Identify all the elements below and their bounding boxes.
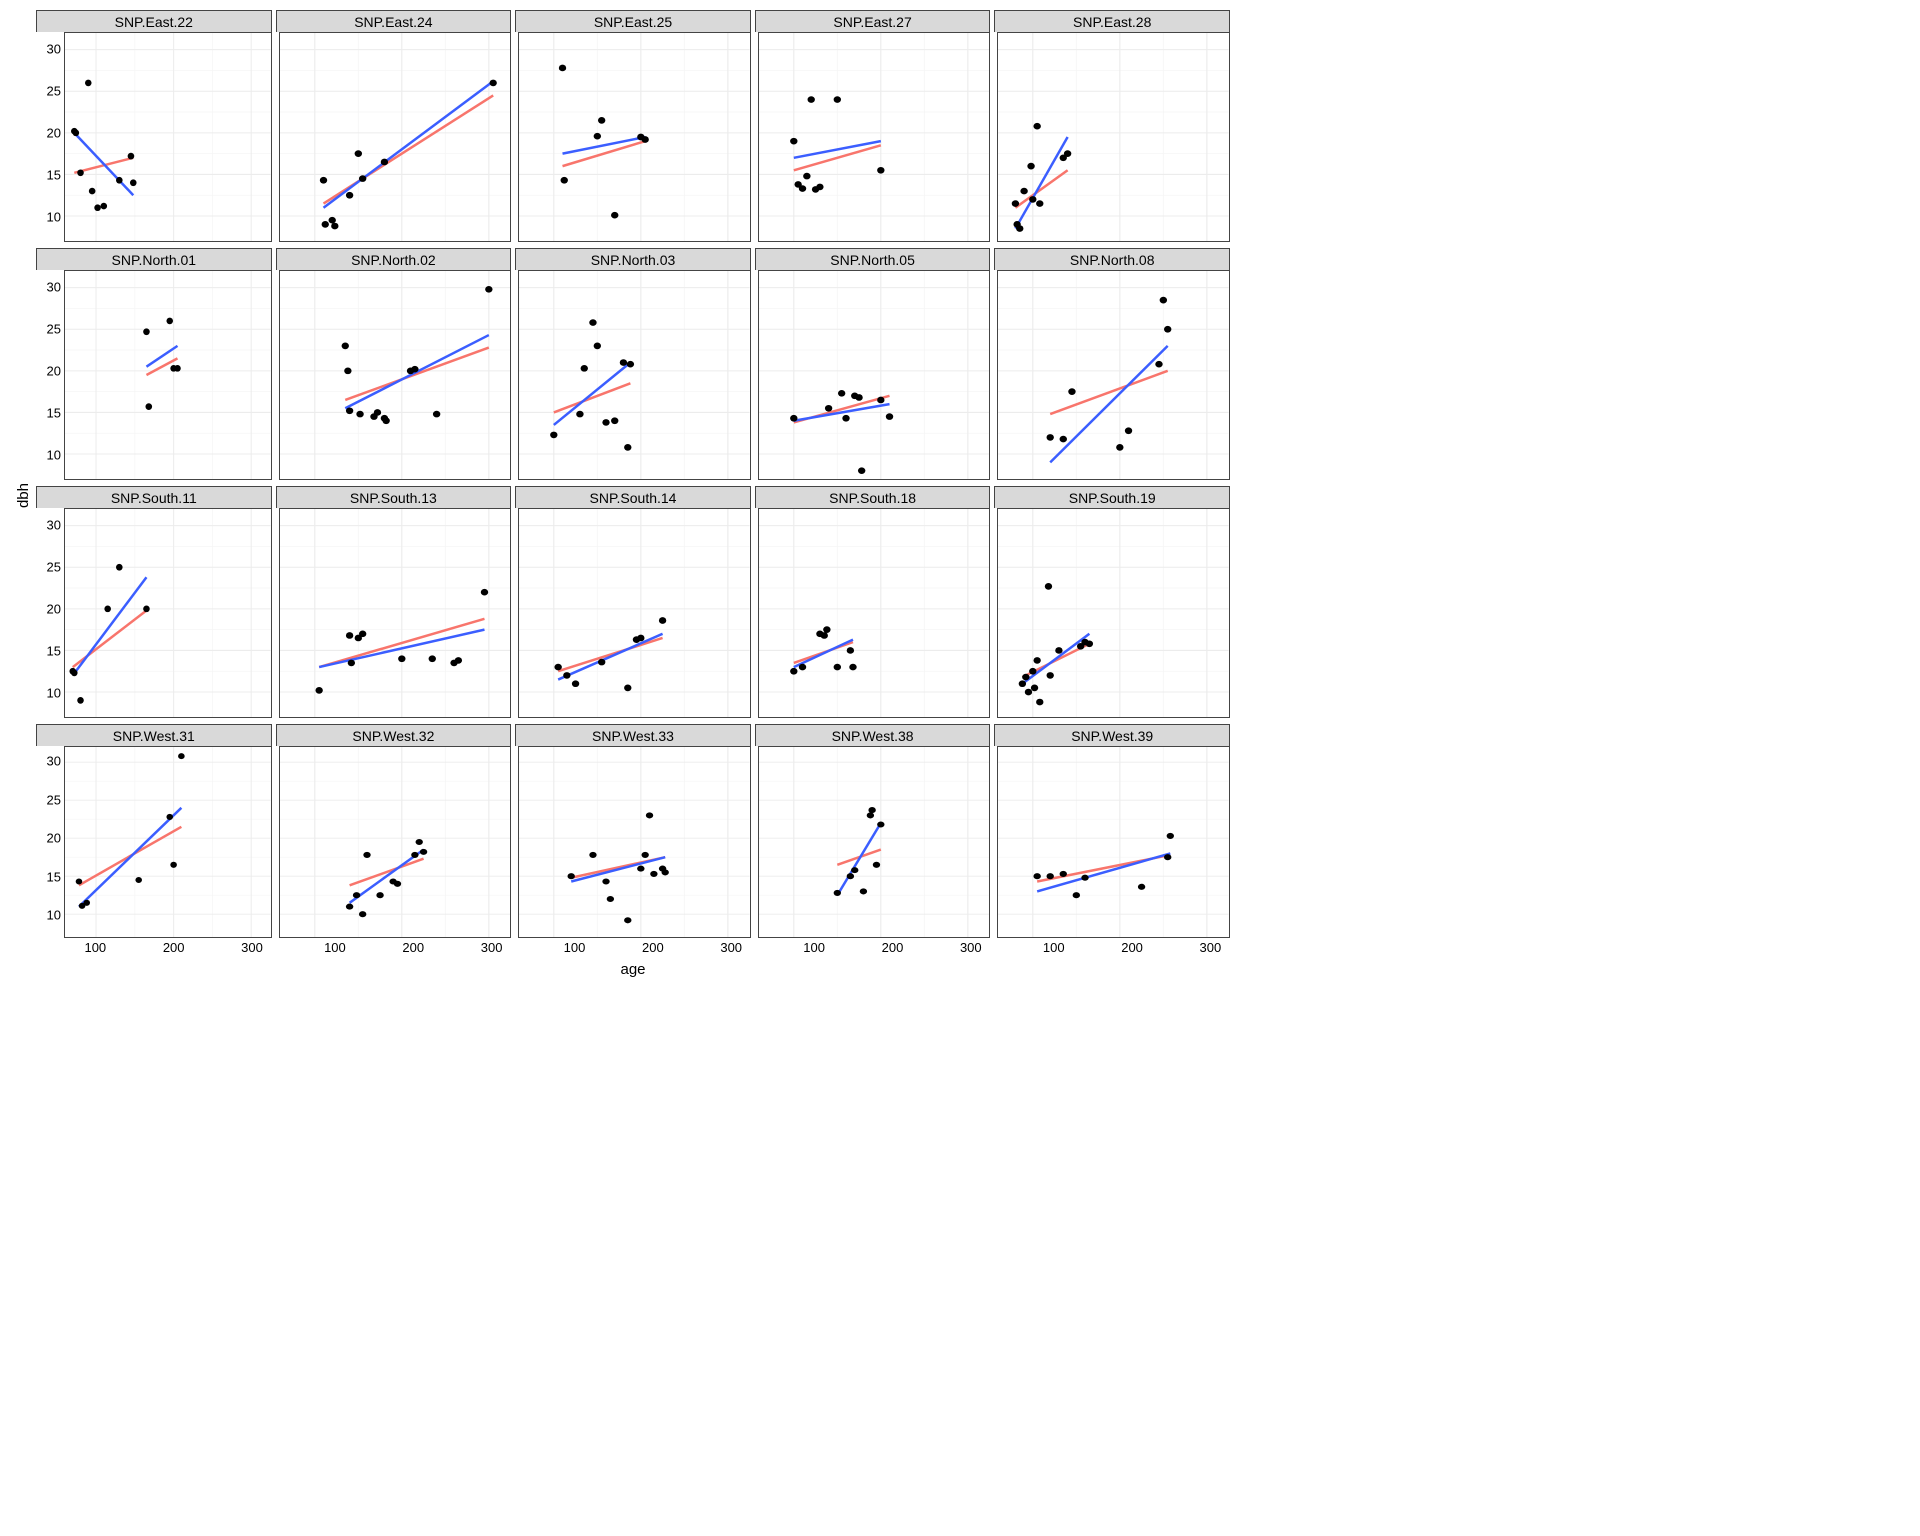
y-ticks: 1015202530 (36, 32, 64, 242)
panel-plot (518, 746, 751, 938)
y-ticks: 1015202530 (36, 270, 64, 480)
facet-panel: SNP.West.39 100200300 (994, 724, 1230, 958)
x-ticks: 100200300 (304, 938, 512, 958)
panel-plot (997, 32, 1230, 242)
plot-region: SNP.East.221015202530SNP.East.24SNP.East… (36, 10, 1230, 982)
facet-strip: SNP.North.08 (994, 248, 1230, 270)
y-ticks: 1015202530 (36, 746, 64, 938)
facet-strip: SNP.North.01 (36, 248, 272, 270)
facet-panel: SNP.South.19 (994, 486, 1230, 720)
facet-strip: SNP.East.28 (994, 10, 1230, 32)
panel-plot (279, 32, 512, 242)
facet-panel: SNP.East.28 (994, 10, 1230, 244)
x-ticks (304, 480, 512, 482)
facet-strip: SNP.North.03 (515, 248, 751, 270)
facet-strip: SNP.West.38 (755, 724, 991, 746)
panel-plot (518, 32, 751, 242)
facet-panel: SNP.North.08 (994, 248, 1230, 482)
facet-panel: SNP.East.25 (515, 10, 751, 244)
facet-panel: SNP.South.14 (515, 486, 751, 720)
panel-plot (758, 746, 991, 938)
x-ticks: 100200300 (64, 938, 272, 958)
panel-plot (997, 746, 1230, 938)
facet-panel: SNP.East.221015202530 (36, 10, 272, 244)
x-ticks (64, 480, 272, 482)
panel-plot (279, 746, 512, 938)
facet-panel: SNP.South.18 (755, 486, 991, 720)
facet-panel: SNP.East.24 (276, 10, 512, 244)
y-ticks: 1015202530 (36, 508, 64, 718)
x-ticks (543, 718, 751, 720)
panel-plot (758, 32, 991, 242)
panel-plot (518, 270, 751, 480)
facet-panel: SNP.East.27 (755, 10, 991, 244)
x-ticks: 100200300 (783, 938, 991, 958)
facet-panel: SNP.South.13 (276, 486, 512, 720)
facet-panel: SNP.South.111015202530 (36, 486, 272, 720)
x-ticks (1022, 242, 1230, 244)
panel-plot (279, 270, 512, 480)
panel-plot (279, 508, 512, 718)
facet-strip: SNP.South.18 (755, 486, 991, 508)
panel-plot (758, 508, 991, 718)
x-ticks: 100200300 (1022, 938, 1230, 958)
facet-strip: SNP.North.02 (276, 248, 512, 270)
facet-panel: SNP.North.011015202530 (36, 248, 272, 482)
panel-plot (64, 508, 272, 718)
facet-strip: SNP.East.27 (755, 10, 991, 32)
facet-strip: SNP.West.32 (276, 724, 512, 746)
x-ticks (304, 718, 512, 720)
facet-panel: SNP.West.38 100200300 (755, 724, 991, 958)
x-ticks (1022, 480, 1230, 482)
x-ticks (543, 480, 751, 482)
x-ticks (64, 718, 272, 720)
panel-plot (758, 270, 991, 480)
facet-panel: SNP.West.33 100200300 (515, 724, 751, 958)
facet-strip: SNP.West.39 (994, 724, 1230, 746)
facet-strip: SNP.East.25 (515, 10, 751, 32)
panel-plot (64, 270, 272, 480)
facet-panel: SNP.West.32 100200300 (276, 724, 512, 958)
facet-strip: SNP.South.19 (994, 486, 1230, 508)
facet-strip: SNP.West.31 (36, 724, 272, 746)
panel-plot (64, 746, 272, 938)
facet-strip: SNP.South.11 (36, 486, 272, 508)
panel-plot (997, 270, 1230, 480)
facet-strip: SNP.North.05 (755, 248, 991, 270)
facet-strip: SNP.East.24 (276, 10, 512, 32)
facet-panel: SNP.North.03 (515, 248, 751, 482)
facet-strip: SNP.South.14 (515, 486, 751, 508)
x-ticks: 100200300 (543, 938, 751, 958)
facet-strip: SNP.East.22 (36, 10, 272, 32)
facet-grid: SNP.East.221015202530SNP.East.24SNP.East… (36, 10, 1230, 958)
x-ticks (783, 242, 991, 244)
x-ticks (1022, 718, 1230, 720)
panel-plot (997, 508, 1230, 718)
facet-figure: dbh SNP.East.221015202530SNP.East.24SNP.… (0, 0, 1240, 992)
facet-strip: SNP.South.13 (276, 486, 512, 508)
facet-strip: SNP.West.33 (515, 724, 751, 746)
x-ticks (543, 242, 751, 244)
y-axis-title: dbh (10, 10, 36, 982)
facet-panel: SNP.West.311015202530100200300 (36, 724, 272, 958)
facet-panel: SNP.North.02 (276, 248, 512, 482)
x-ticks (304, 242, 512, 244)
x-ticks (783, 480, 991, 482)
x-ticks (783, 718, 991, 720)
facet-panel: SNP.North.05 (755, 248, 991, 482)
x-ticks (64, 242, 272, 244)
panel-plot (518, 508, 751, 718)
x-axis-title: age (36, 958, 1230, 982)
panel-plot (64, 32, 272, 242)
